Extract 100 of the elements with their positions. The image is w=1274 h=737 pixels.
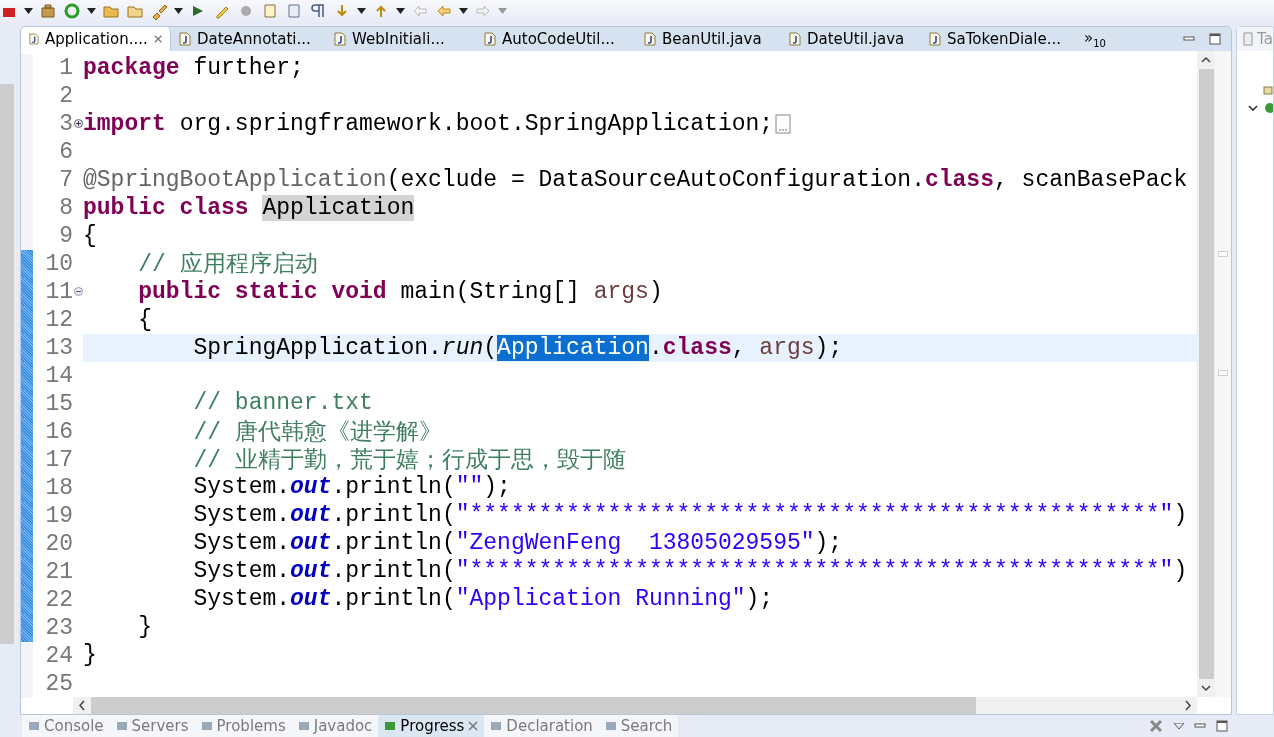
- collapse-icon[interactable]: [73, 287, 83, 297]
- line-number: 7: [58, 167, 73, 193]
- code-text: SpringApplication.: [192, 334, 442, 361]
- chevron-down-icon[interactable]: [1247, 103, 1259, 113]
- caret-icon[interactable]: [24, 8, 33, 14]
- view-menu-icon[interactable]: [1174, 723, 1184, 729]
- keyword: import: [83, 110, 166, 137]
- code-text: {: [137, 306, 152, 333]
- code-text: System.: [192, 502, 291, 529]
- field-name: out: [290, 474, 332, 501]
- scrollbar-thumb[interactable]: [91, 697, 976, 714]
- view-tab[interactable]: Declaration: [484, 715, 599, 737]
- caret-icon[interactable]: [459, 8, 468, 14]
- line-number: 19: [44, 503, 73, 529]
- maximize-icon[interactable]: [1209, 33, 1221, 45]
- scrollbar[interactable]: [0, 84, 14, 644]
- java-file-icon: [484, 32, 496, 46]
- line-number: 16: [44, 419, 73, 445]
- close-icon[interactable]: [153, 34, 162, 44]
- parameter-name: args: [593, 278, 649, 305]
- expand-icon[interactable]: [73, 119, 83, 129]
- overflow-tabs-button[interactable]: »$_{10}$: [1076, 27, 1136, 51]
- code-text: .println(: [331, 558, 456, 585]
- string-literal: "Application Running": [455, 586, 746, 613]
- view-icon: [297, 720, 310, 732]
- minimize-icon[interactable]: [1183, 36, 1195, 42]
- string-literal: "**************************************************": [455, 558, 1174, 585]
- line-number: 17: [44, 447, 73, 473]
- code-text: ,: [731, 334, 747, 361]
- editor-tab[interactable]: AutoCodeUtil...: [476, 27, 636, 51]
- view-icon: [384, 720, 397, 732]
- java-file-icon: [334, 32, 346, 46]
- pilcrow-icon[interactable]: [309, 2, 327, 20]
- field-name: out: [290, 502, 332, 529]
- method-name: run: [441, 334, 484, 361]
- code-text: .println(: [331, 502, 456, 529]
- ruler-mark: [1218, 370, 1228, 376]
- remove-icon[interactable]: [1148, 718, 1164, 734]
- package-icon[interactable]: [39, 2, 57, 20]
- editor-tab[interactable]: Application....: [21, 27, 171, 51]
- occurrence-highlight: Application: [262, 194, 415, 221]
- view-icon: [28, 720, 40, 732]
- line-number: 15: [44, 391, 73, 417]
- code-text: System.: [192, 474, 291, 501]
- java-file-icon: [929, 32, 941, 46]
- ruler-mark: [1218, 251, 1228, 257]
- keyword: public class: [83, 194, 250, 221]
- code-text: {: [83, 222, 97, 249]
- package-icon: [1263, 85, 1273, 95]
- code-text: .println(: [331, 530, 456, 557]
- parameter-name: args: [759, 334, 815, 361]
- code-text: further;: [192, 54, 304, 81]
- code-text: ): [648, 278, 663, 305]
- field-name: out: [290, 558, 332, 585]
- caret-icon[interactable]: [396, 8, 405, 14]
- code-text: System.: [192, 558, 291, 585]
- minimize-icon[interactable]: [1194, 723, 1206, 729]
- comment: // 唐代韩愈《进学解》: [192, 418, 442, 447]
- view-tab[interactable]: Servers: [109, 715, 195, 737]
- java-file-icon: [644, 32, 656, 46]
- comment: // 应用程序启动: [137, 250, 318, 280]
- editor-tab[interactable]: SaTokenDiale...: [921, 27, 1076, 51]
- line-number: 2: [58, 83, 73, 109]
- keyword: public static void: [137, 278, 387, 305]
- editor-tab[interactable]: BeanUtil.java: [636, 27, 781, 51]
- line-number: 10: [44, 251, 73, 277]
- caret-icon[interactable]: [357, 8, 366, 14]
- field-name: out: [290, 530, 332, 557]
- line-number: 11: [44, 279, 73, 305]
- view-tab[interactable]: Progress: [378, 715, 485, 737]
- view-tab[interactable]: Problems: [194, 715, 292, 737]
- editor-tab[interactable]: DateUtil.java: [781, 27, 921, 51]
- string-literal: "**************************************************": [455, 502, 1174, 529]
- string-literal: "": [455, 474, 484, 501]
- line-number: 22: [44, 587, 73, 613]
- class-icon: [1263, 102, 1273, 114]
- view-tab[interactable]: Console: [22, 715, 110, 737]
- close-icon[interactable]: [468, 721, 479, 731]
- maximize-icon[interactable]: [1216, 720, 1228, 732]
- code-text: .println(: [331, 586, 456, 613]
- line-number: 25: [44, 671, 73, 697]
- code-text: main(String[]: [399, 278, 581, 305]
- java-file-icon: [179, 32, 191, 46]
- code-text: ): [1173, 558, 1188, 585]
- caret-icon[interactable]: [87, 8, 96, 14]
- code-text: , scanBasePack: [993, 166, 1188, 193]
- keyword: class: [662, 334, 732, 361]
- view-tab[interactable]: Javadoc: [291, 715, 379, 737]
- caret-icon[interactable]: [174, 8, 183, 14]
- line-number: 9: [58, 223, 73, 249]
- refresh-icon[interactable]: [63, 2, 81, 20]
- view-tab[interactable]: Search: [598, 715, 679, 737]
- scrollbar-thumb[interactable]: [1198, 69, 1214, 679]
- editor-tab[interactable]: WebInitiali...: [326, 27, 476, 51]
- keyword: class: [924, 166, 994, 193]
- editor-tab[interactable]: DateAnnotati...: [171, 27, 326, 51]
- code-text: ): [1173, 502, 1188, 529]
- code-text: System.: [192, 530, 291, 557]
- code-text: .: [648, 334, 663, 361]
- line-number: 1: [58, 55, 73, 81]
